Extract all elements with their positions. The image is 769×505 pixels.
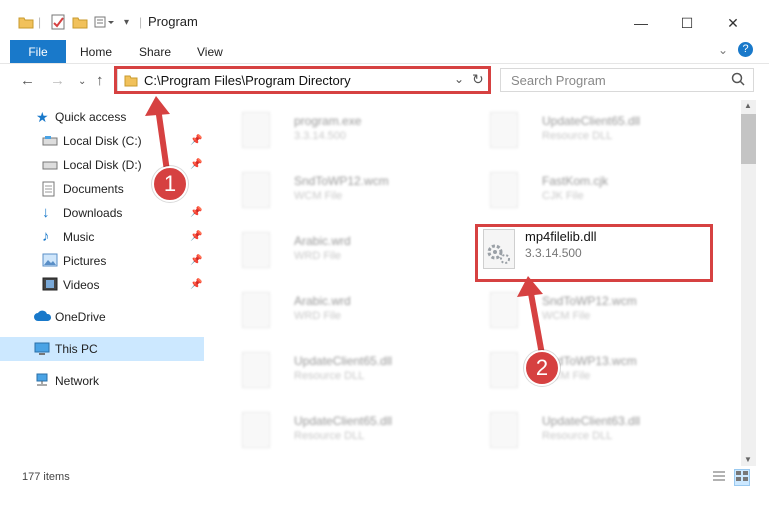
- annotation-arrows: [145, 96, 546, 361]
- step-badge-1: 1: [152, 166, 188, 202]
- step-badge-2: 2: [524, 350, 560, 386]
